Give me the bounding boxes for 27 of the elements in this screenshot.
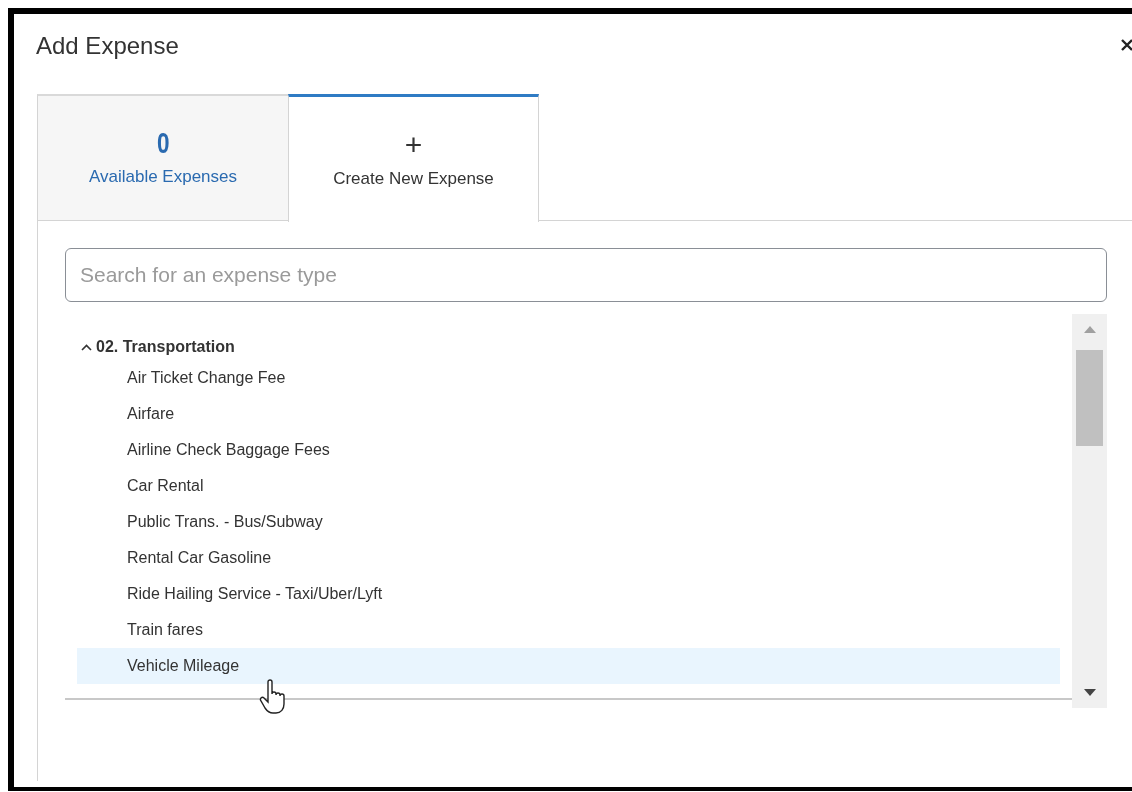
expense-count: 0 xyxy=(156,126,170,161)
tab-label: Available Expenses xyxy=(88,166,238,189)
scrollbar[interactable] xyxy=(1072,314,1107,708)
category-label: 02. Transportation xyxy=(96,337,235,357)
expense-type-item[interactable]: Air Ticket Change Fee xyxy=(77,360,1060,396)
dialog-title: Add Expense xyxy=(36,31,179,61)
scroll-down-arrow-icon[interactable] xyxy=(1083,689,1096,696)
plus-sign: + xyxy=(404,127,423,162)
search-field[interactable]: Search for an expense type xyxy=(65,248,1107,302)
scrollbar-thumb[interactable] xyxy=(1076,350,1103,446)
expense-type-item[interactable]: Train fares xyxy=(77,612,1060,648)
expense-type-item[interactable]: Public Trans. - Bus/Subway xyxy=(77,504,1060,540)
expense-type-item[interactable]: Airline Check Baggage Fees xyxy=(77,432,1060,468)
expense-type-item[interactable]: Vehicle Mileage xyxy=(77,648,1060,684)
caret-up-icon xyxy=(81,343,92,351)
expense-type-item[interactable]: Airfare xyxy=(77,396,1060,432)
expense-type-item[interactable]: Rental Car Gasoline xyxy=(77,540,1060,576)
hand-cursor-icon xyxy=(259,679,287,715)
scroll-up-arrow-icon[interactable] xyxy=(1083,326,1096,333)
expense-type-item[interactable]: Car Rental xyxy=(77,468,1060,504)
tab[interactable]: + Create New Expense xyxy=(288,94,539,222)
category-header[interactable]: 02. Transportation xyxy=(77,334,1060,360)
close-button[interactable] xyxy=(1120,38,1132,52)
expense-type-item[interactable]: Ride Hailing Service - Taxi/Uber/Lyft xyxy=(77,576,1060,612)
tab-label: Create New Expense xyxy=(333,167,494,190)
close-icon xyxy=(1121,39,1132,51)
tab[interactable]: 0 Available Expenses xyxy=(37,94,288,221)
